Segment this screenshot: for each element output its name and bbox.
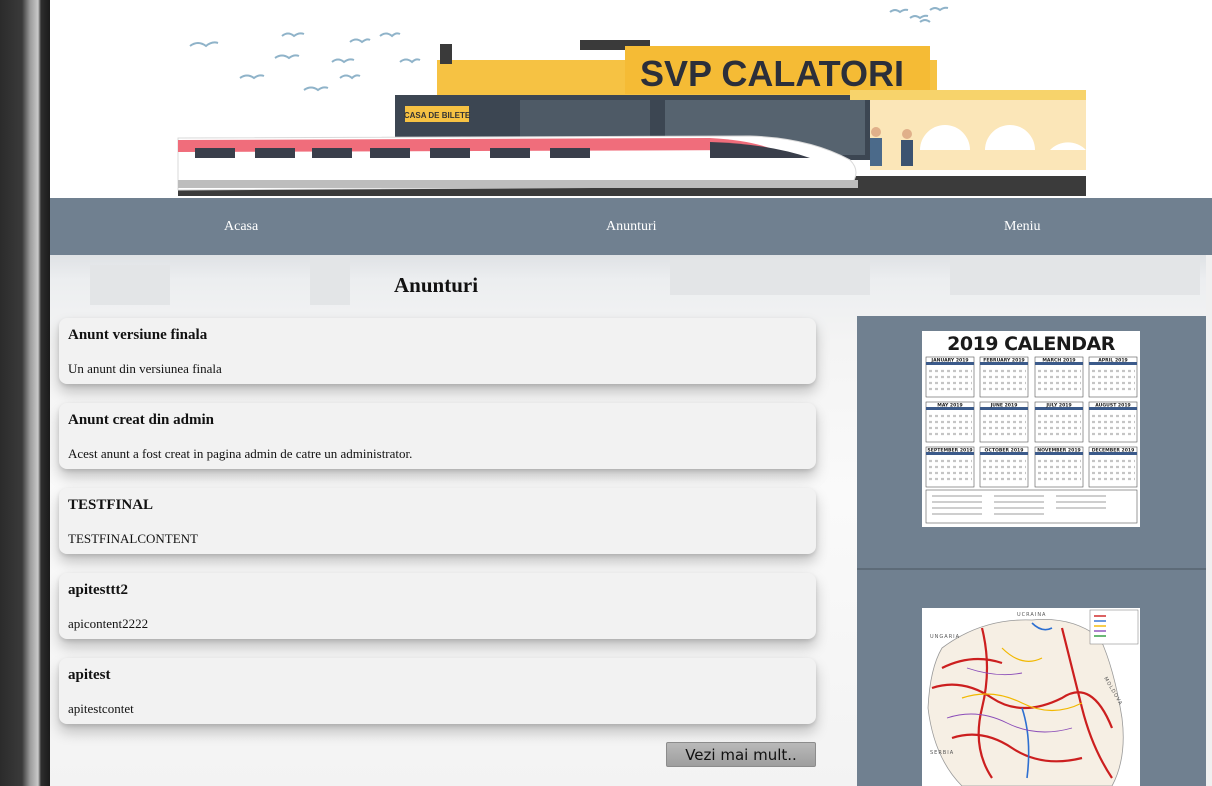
announcement-content: apicontent2222 [68,616,149,631]
nav-meniu[interactable]: Meniu [1004,198,1041,255]
announcement-title: Anunt creat din admin [68,412,215,428]
svg-text:FEBRUARY 2019: FEBRUARY 2019 [983,358,1024,364]
sidebar: 2019 CALENDAR JANUARY 2019 FEBRUARY 2019… [857,316,1206,786]
svg-text:JULY 2019: JULY 2019 [1045,403,1071,409]
railway-map-image[interactable]: UCRAINA UNGARIA MOLDOVA SERBIA [922,608,1140,786]
announcement-content: TESTFINALCONTENT [68,531,198,546]
svg-text:MARCH 2019: MARCH 2019 [1042,358,1075,364]
svg-text:AUGUST 2019: AUGUST 2019 [1095,403,1130,409]
announcement-title: apitesttt2 [68,582,128,598]
svg-text:DECEMBER 2019: DECEMBER 2019 [1092,448,1135,454]
announcement-card: apitest apitestcontet [59,658,816,724]
header-banner: CASA DE BILETE SVP CALATORI [50,0,1212,198]
svg-text:OCTOBER 2019: OCTOBER 2019 [985,448,1024,454]
page-title: Anunturi [394,273,479,297]
svg-text:UCRAINA: UCRAINA [1017,612,1046,618]
nav-anunturi[interactable]: Anunturi [606,198,657,255]
svg-text:JANUARY 2019: JANUARY 2019 [930,358,968,364]
announcement-card: TESTFINAL TESTFINALCONTENT [59,488,816,554]
romania-rail-map: UCRAINA UNGARIA MOLDOVA SERBIA [927,609,1139,786]
svg-text:SVP CALATORI: SVP CALATORI [640,53,904,94]
nav-acasa[interactable]: Acasa [224,198,258,255]
svg-text:JUNE 2019: JUNE 2019 [990,403,1018,409]
svg-text:SEPTEMBER 2019: SEPTEMBER 2019 [927,448,972,454]
svg-text:CASA DE BILETE: CASA DE BILETE [404,111,471,120]
main-nav: Acasa Anunturi Meniu [50,198,1212,255]
announcement-content: apitestcontet [68,701,134,716]
announcement-card: Anunt creat din admin Acest anunt a fost… [59,403,816,469]
svg-text:APRIL 2019: APRIL 2019 [1098,358,1127,364]
announcement-title: apitest [68,667,111,683]
announcement-card: apitesttt2 apicontent2222 [59,573,816,639]
announcement-content: Acest anunt a fost creat in pagina admin… [68,446,413,461]
window-bezel [0,0,50,786]
svg-text:NOVEMBER 2019: NOVEMBER 2019 [1037,448,1080,454]
svg-text:SERBIA: SERBIA [930,750,954,756]
announcement-content: Un anunt din versiunea finala [68,361,222,376]
announcement-card: Anunt versiune finala Un anunt din versi… [59,318,816,384]
svg-text:UNGARIA: UNGARIA [930,634,960,640]
see-more-button[interactable]: Vezi mai mult.. [666,742,816,767]
window-edge [1206,255,1212,786]
calendar-image[interactable]: 2019 CALENDAR JANUARY 2019 FEBRUARY 2019… [922,331,1140,527]
sidebar-divider [857,568,1206,570]
calendar-grid: JANUARY 2019 FEBRUARY 2019 MARCH 2019 AP… [925,356,1138,524]
announcement-title: Anunt versiune finala [68,327,208,343]
svg-text:MAY 2019: MAY 2019 [937,403,962,409]
train-station-illustration: CASA DE BILETE SVP CALATORI [177,6,1086,196]
announcement-title: TESTFINAL [68,497,154,513]
